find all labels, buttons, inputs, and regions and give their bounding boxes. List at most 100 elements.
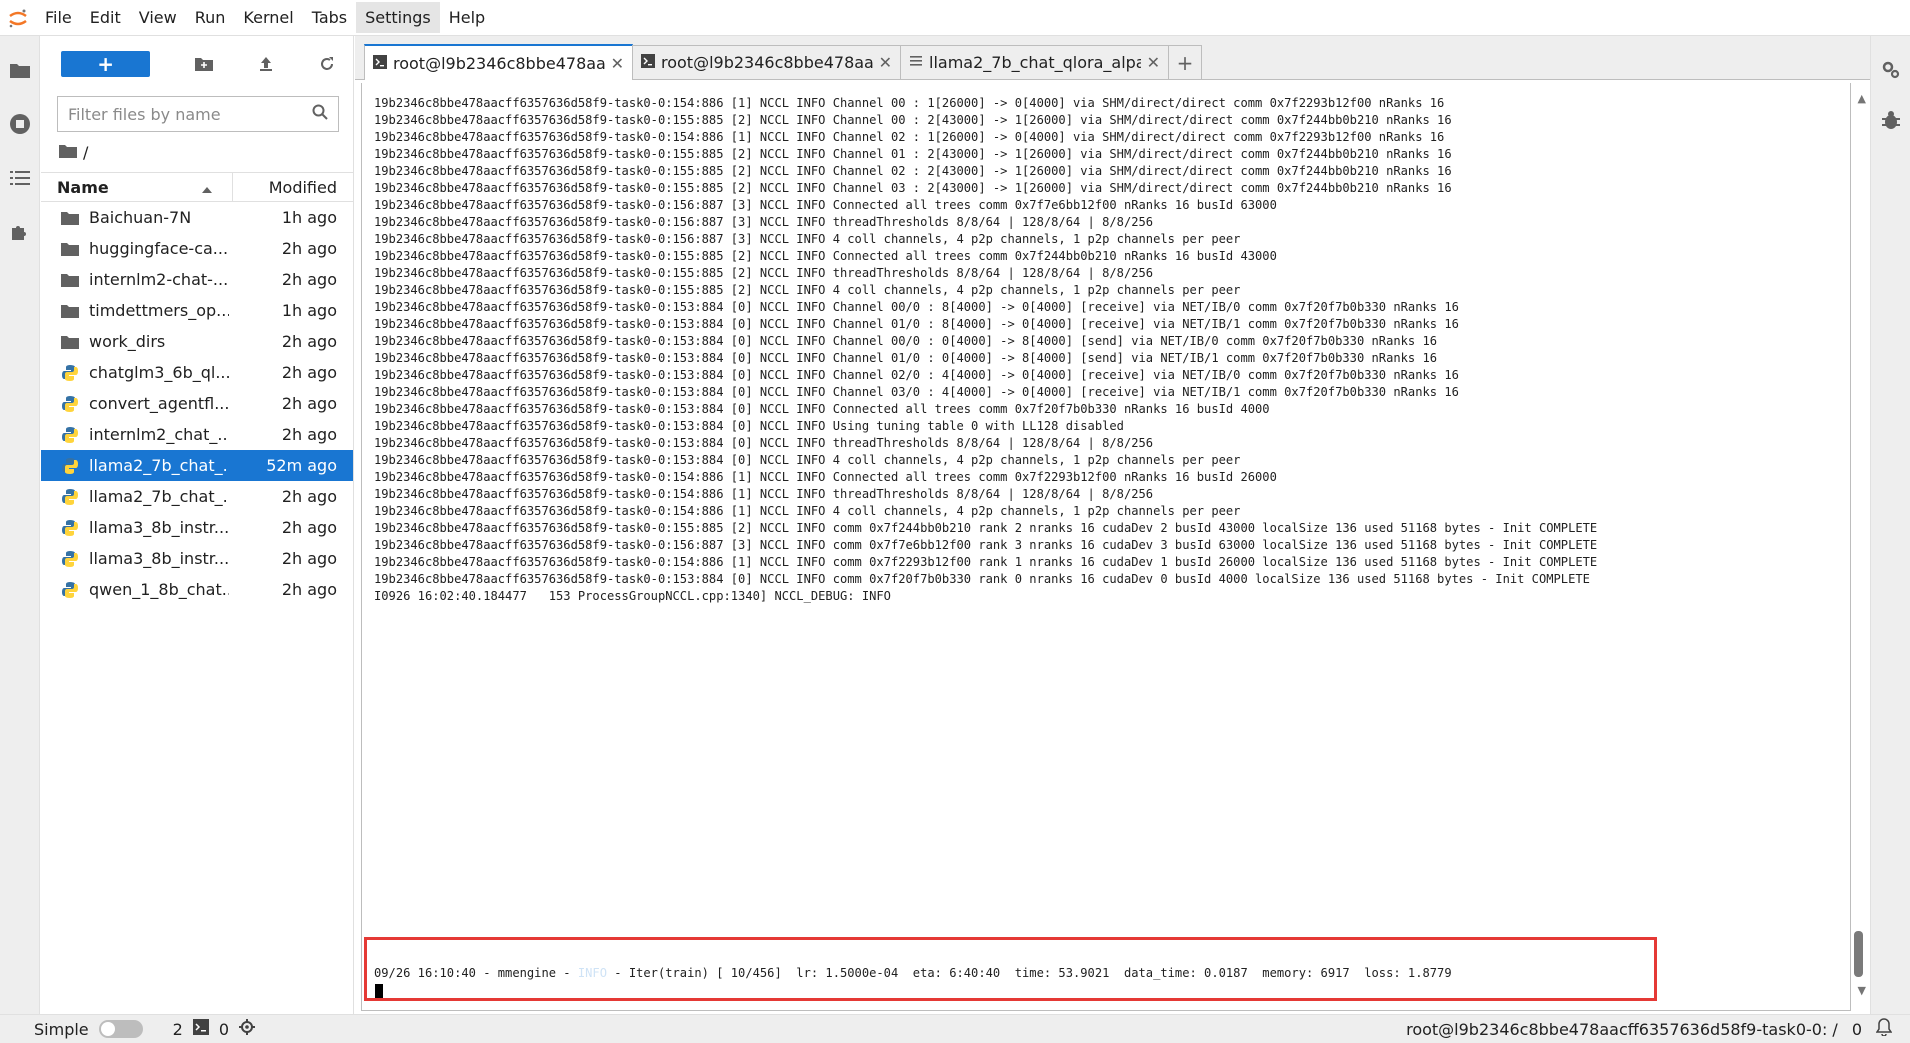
name-column-header[interactable]: Name (41, 173, 233, 201)
terminal-icon (641, 53, 655, 72)
tab-2[interactable]: root@l9b2346c8bbe478aa ✕ (632, 45, 901, 79)
upload-button[interactable] (240, 49, 292, 79)
jupyter-logo-icon[interactable] (0, 0, 36, 36)
close-icon[interactable]: ✕ (879, 53, 892, 72)
menu-help[interactable]: Help (440, 2, 494, 33)
file-modified: 2h ago (281, 239, 337, 258)
terminal-line: 19b2346c8bbe478aacff6357636d58f9-task0-0… (374, 419, 1124, 433)
tab-bar: root@l9b2346c8bbe478aa ✕ root@l9b2346c8bbe… (355, 36, 1870, 80)
refresh-button[interactable] (301, 49, 353, 79)
terminal-line: 19b2346c8bbe478aacff6357636d58f9-task0-0… (374, 147, 1452, 161)
terminal-output: 19b2346c8bbe478aacff6357636d58f9-task0-0… (374, 95, 1597, 605)
terminal-line: 19b2346c8bbe478aacff6357636d58f9-task0-0… (374, 453, 1241, 467)
terminal-line: 19b2346c8bbe478aacff6357636d58f9-task0-0… (374, 198, 1277, 212)
menu-view[interactable]: View (130, 2, 186, 33)
file-row[interactable]: internlm2_chat_... 2h ago (41, 419, 353, 450)
file-row[interactable]: convert_agentfl... 2h ago (41, 388, 353, 419)
breadcrumb-root[interactable]: / (83, 143, 88, 162)
terminal-line: 19b2346c8bbe478aacff6357636d58f9-task0-0… (374, 555, 1598, 569)
property-inspector-icon[interactable] (1871, 48, 1910, 92)
terminal-line: 19b2346c8bbe478aacff6357636d58f9-task0-0… (374, 572, 1590, 586)
file-row[interactable]: internlm2-chat-... 2h ago (41, 264, 353, 295)
scroll-down-arrow-icon[interactable]: ▼ (1858, 984, 1866, 997)
file-name: internlm2-chat-... (89, 270, 229, 289)
home-folder-icon[interactable] (59, 143, 77, 162)
file-modified: 1h ago (281, 301, 337, 320)
close-icon[interactable]: ✕ (611, 54, 624, 73)
terminal-line: 19b2346c8bbe478aacff6357636d58f9-task0-0… (374, 181, 1452, 195)
scroll-up-arrow-icon[interactable]: ▲ (1858, 92, 1866, 105)
file-list: Baichuan-7N 1h ago huggingface-ca... 2h ago… (41, 202, 353, 605)
sort-ascending-icon (202, 178, 212, 197)
file-name: qwen_1_8b_chat... (89, 580, 229, 599)
notification-bell-icon[interactable] (1875, 1018, 1893, 1040)
file-name: work_dirs (89, 332, 166, 351)
folder-icon (61, 240, 79, 258)
log-prefix: 09/26 16:10:40 - mmengine - (374, 966, 578, 980)
folder-icon[interactable] (0, 48, 40, 92)
file-modified: 2h ago (281, 270, 337, 289)
log-level: INFO (577, 966, 607, 980)
python-file-icon (61, 550, 79, 568)
tab-1[interactable]: root@l9b2346c8bbe478aa ✕ (364, 44, 633, 80)
terminal-line: 19b2346c8bbe478aacff6357636d58f9-task0-0… (374, 368, 1459, 382)
file-row[interactable]: work_dirs 2h ago (41, 326, 353, 357)
left-sidebar (0, 36, 40, 1014)
python-file-icon (61, 426, 79, 444)
file-row[interactable]: llama3_8b_instr... 2h ago (41, 543, 353, 574)
terminal-line: 19b2346c8bbe478aacff6357636d58f9-task0-0… (374, 266, 1154, 280)
kernel-gear-icon (239, 1019, 256, 1039)
file-name: internlm2_chat_... (89, 425, 229, 444)
file-name: timdettmers_op... (89, 301, 229, 320)
scrollbar-thumb[interactable] (1854, 931, 1863, 977)
python-file-icon (61, 457, 79, 475)
modified-column-header[interactable]: Modified (233, 178, 353, 197)
terminals-count[interactable]: 2 (173, 1020, 183, 1039)
terminal-line: 19b2346c8bbe478aacff6357636d58f9-task0-0… (374, 96, 1445, 110)
notification-count[interactable]: 0 (1852, 1020, 1862, 1039)
menu-kernel[interactable]: Kernel (234, 2, 302, 33)
menu-tabs[interactable]: Tabs (303, 2, 356, 33)
file-modified: 1h ago (281, 208, 337, 227)
file-modified: 2h ago (281, 518, 337, 537)
debugger-icon[interactable] (1871, 98, 1910, 142)
text-file-icon (909, 53, 923, 72)
file-name: llama3_8b_instr... (89, 518, 229, 537)
terminal-line: 19b2346c8bbe478aacff6357636d58f9-task0-0… (374, 521, 1598, 535)
new-launcher-button[interactable]: + (61, 51, 151, 77)
close-icon[interactable]: ✕ (1147, 53, 1160, 72)
add-tab-button[interactable]: + (1168, 45, 1202, 79)
menu-edit[interactable]: Edit (81, 2, 130, 33)
file-row[interactable]: Baichuan-7N 1h ago (41, 202, 353, 233)
extension-manager-icon[interactable] (0, 210, 40, 254)
menu-run[interactable]: Run (186, 2, 235, 33)
breadcrumb: / (41, 132, 353, 172)
folder-icon (61, 333, 79, 351)
simple-mode-toggle[interactable] (98, 1020, 143, 1038)
file-row[interactable]: chatglm3_6b_ql... 2h ago (41, 357, 353, 388)
terminal-line: 19b2346c8bbe478aacff6357636d58f9-task0-0… (374, 402, 1270, 416)
table-of-contents-icon[interactable] (0, 156, 40, 200)
tab-3[interactable]: llama2_7b_chat_qlora_alpa ✕ (900, 45, 1169, 79)
right-sidebar (1870, 36, 1910, 1014)
kernels-count[interactable]: 0 (219, 1020, 229, 1039)
file-row[interactable]: qwen_1_8b_chat... 2h ago (41, 574, 353, 605)
file-row[interactable]: llama2_7b_chat_... 2h ago (41, 481, 353, 512)
file-name: llama2_7b_chat_... (89, 456, 229, 475)
tab-label: llama2_7b_chat_qlora_alpa (929, 53, 1141, 72)
tab-label: root@l9b2346c8bbe478aa (393, 53, 605, 73)
python-file-icon (61, 581, 79, 599)
file-row[interactable]: llama3_8b_instr... 2h ago (41, 512, 353, 543)
menu-file[interactable]: File (36, 2, 81, 33)
file-row[interactable]: llama2_7b_chat_... 52m ago (41, 450, 353, 481)
tab-label: root@l9b2346c8bbe478aa (661, 53, 873, 72)
menu-settings[interactable]: Settings (356, 2, 440, 33)
file-row[interactable]: huggingface-ca... 2h ago (41, 233, 353, 264)
terminal-line: 19b2346c8bbe478aacff6357636d58f9-task0-0… (374, 164, 1452, 178)
new-folder-button[interactable] (178, 49, 230, 79)
file-row[interactable]: timdettmers_op... 1h ago (41, 295, 353, 326)
simple-mode-label: Simple (34, 1019, 89, 1039)
file-filter-input[interactable]: Filter files by name (57, 96, 339, 132)
running-sessions-icon[interactable] (0, 102, 40, 146)
python-file-icon (61, 519, 79, 537)
